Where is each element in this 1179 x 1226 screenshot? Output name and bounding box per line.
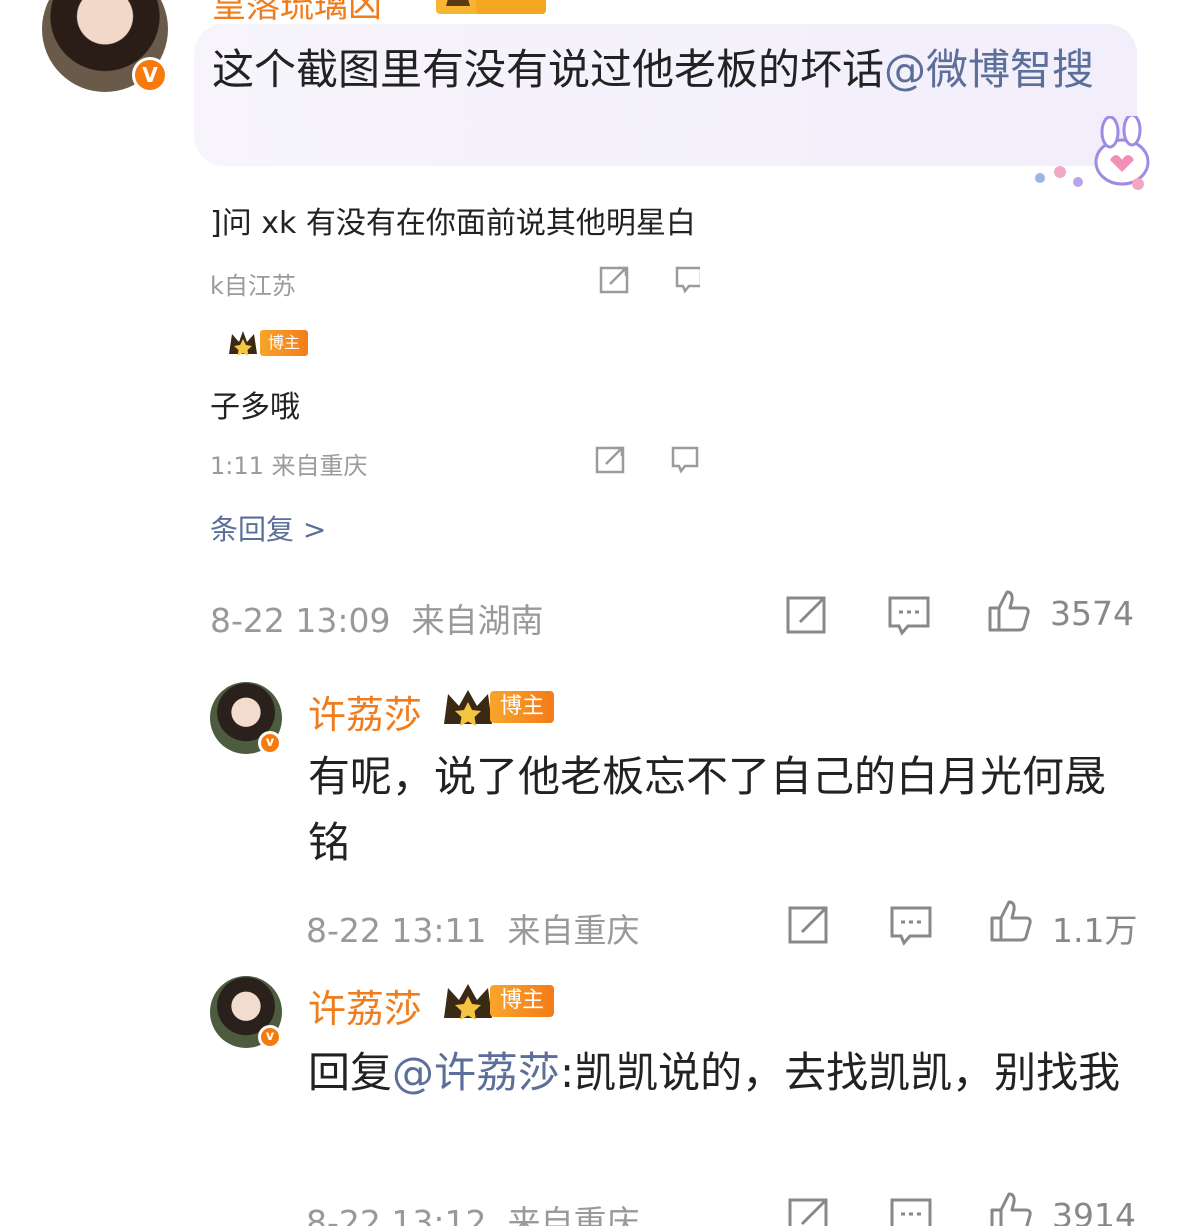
reply-prefix: 回复 [308, 1048, 393, 1097]
reply-meta: 8-22 13:11 来自重庆 [306, 904, 639, 952]
embedded-reply-text: 子多哦 [210, 390, 300, 425]
medal-icon [436, 0, 546, 14]
reply-location: 来自重庆 [507, 1203, 640, 1226]
like-count: 3574 [1050, 594, 1134, 633]
embedded-comment-meta: k自江苏 [210, 272, 296, 300]
like-count: 3914 [1052, 1196, 1136, 1226]
comment-icon[interactable] [888, 1194, 934, 1226]
comment-icon [675, 266, 700, 294]
share-icon[interactable] [786, 902, 832, 948]
mention-link[interactable]: @许荔莎 [392, 1048, 560, 1097]
crown-icon [444, 690, 492, 726]
reply-author-name[interactable]: 许荔莎 [308, 978, 422, 1033]
role-badge: 博主 [490, 691, 555, 723]
role-badge: 博主 [226, 328, 310, 358]
bunny-sticker-icon [1035, 116, 1150, 190]
comment-icon [671, 446, 699, 474]
like-count: 1.1万 [1052, 911, 1138, 950]
like-icon[interactable] [986, 588, 1032, 634]
share-icon[interactable] [784, 592, 830, 638]
comment-author-name[interactable]: 皇落琉璃凶 [212, 0, 382, 27]
comment-meta: 8-22 13:09 来自湖南 [210, 594, 543, 642]
share-icon[interactable] [786, 1194, 832, 1226]
comment-icon[interactable] [888, 902, 934, 948]
reply-meta: 8-22 13:12 来自重庆 [306, 1196, 639, 1226]
like-icon[interactable] [988, 1190, 1034, 1226]
comment-text: 这个截图里有没有说过他老板的坏话@微博智搜 [212, 38, 1117, 102]
reply-date: 8-22 13:12 [306, 1203, 487, 1226]
reply-body: 有呢，说了他老板忘不了自己的白月光何晟铭 [308, 752, 1107, 867]
embedded-reply-meta: 1:11 来自重庆 [210, 452, 368, 480]
reply-body: :凯凯说的，去找凯凯，别找我 [560, 1048, 1121, 1097]
comment-location: 来自湖南 [411, 601, 544, 640]
more-replies-link: 条回复 > [210, 513, 327, 546]
reply-text: 有呢，说了他老板忘不了自己的白月光何晟铭 [308, 744, 1128, 876]
mention-link[interactable]: @微博智搜 [884, 45, 1094, 94]
embedded-screenshot: ]问 xk 有没有在你面前说其他明星白 k自江苏 博主 子多哦 1:11 来自重… [210, 188, 700, 548]
crown-icon [444, 984, 492, 1020]
crown-icon [229, 331, 257, 356]
comment-icon[interactable] [886, 592, 932, 638]
reply-date: 8-22 13:11 [306, 911, 487, 950]
share-icon [595, 446, 625, 474]
comment-body: 这个截图里有没有说过他老板的坏话 [212, 45, 885, 94]
comment-date: 8-22 13:09 [210, 601, 391, 640]
embedded-comment-text: ]问 xk 有没有在你面前说其他明星白 [210, 206, 696, 241]
share-icon [599, 266, 629, 294]
verified-badge-icon: V [132, 57, 168, 93]
reply-text: 回复@许荔莎:凯凯说的，去找凯凯，别找我 [308, 1040, 1138, 1106]
verified-badge-icon: v [258, 731, 282, 755]
reply-author-name[interactable]: 许荔莎 [308, 684, 422, 739]
role-badge-label: 博主 [260, 330, 309, 356]
like-icon[interactable] [988, 898, 1034, 944]
role-badge: 博主 [490, 985, 555, 1017]
verified-badge-icon: v [258, 1025, 282, 1049]
reply-location: 来自重庆 [507, 911, 640, 950]
